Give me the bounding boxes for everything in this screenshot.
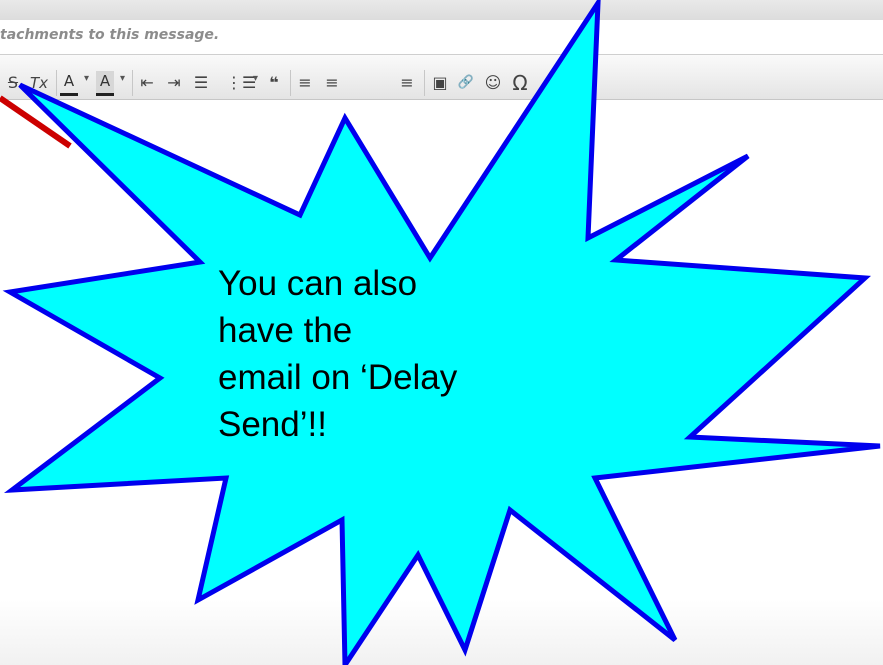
callout-line-3: Send’!! [218,405,327,444]
callout-text: You can also have the email on ‘Delay Se… [218,260,478,448]
callout-line-2: email on ‘Delay [218,358,458,397]
callout-line-1: You can also have the [218,264,418,350]
